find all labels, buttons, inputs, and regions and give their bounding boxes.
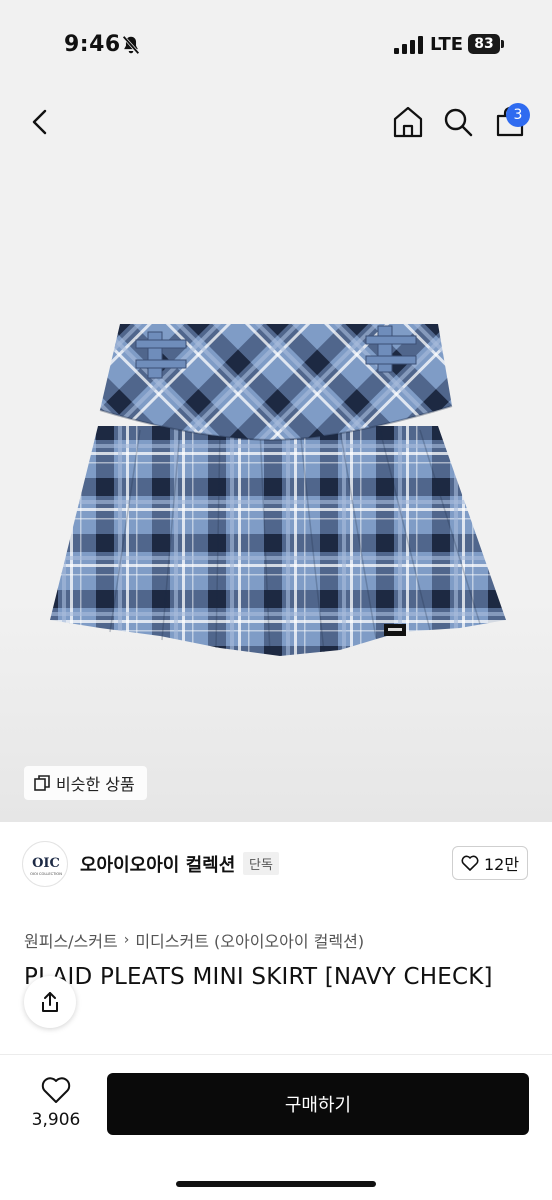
exclusive-badge: 단독 bbox=[243, 852, 279, 875]
heart-icon bbox=[461, 855, 479, 871]
status-bar: 9:46 LTE 83 bbox=[0, 0, 552, 90]
battery-level: 83 bbox=[468, 34, 500, 54]
product-title: PLAID PLEATS MINI SKIRT [NAVY CHECK] bbox=[24, 964, 493, 990]
status-time: 9:46 bbox=[64, 32, 121, 57]
heart-icon bbox=[41, 1077, 71, 1103]
cart-count-badge: 3 bbox=[506, 103, 530, 127]
wishlist-count: 3,906 bbox=[31, 1110, 81, 1130]
back-icon[interactable] bbox=[24, 106, 56, 138]
home-indicator bbox=[176, 1181, 376, 1187]
shop-name[interactable]: 오아이오아이 컬렉션 bbox=[80, 851, 235, 877]
copy-icon bbox=[34, 775, 50, 791]
wishlist-button[interactable]: 3,906 bbox=[24, 1074, 88, 1134]
search-icon[interactable] bbox=[442, 106, 474, 138]
breadcrumb: 원피스/스커트 › 미디스커트 (오아이오아이 컬렉션) bbox=[24, 928, 364, 952]
breadcrumb-category[interactable]: 원피스/스커트 bbox=[24, 928, 118, 952]
share-button[interactable] bbox=[24, 976, 76, 1028]
network-type: LTE bbox=[430, 34, 464, 55]
similar-products-label: 비슷한 상품 bbox=[56, 775, 135, 794]
share-icon bbox=[42, 992, 58, 1012]
buy-button[interactable]: 구매하기 bbox=[107, 1073, 529, 1135]
home-icon[interactable] bbox=[390, 104, 426, 140]
shop-like-button[interactable]: 12만 bbox=[452, 846, 528, 880]
breadcrumb-subcategory[interactable]: 미디스커트 (오아이오아이 컬렉션) bbox=[135, 928, 364, 952]
chevron-right-icon: › bbox=[123, 932, 130, 948]
shop-like-count: 12만 bbox=[483, 855, 520, 874]
divider bbox=[0, 1054, 552, 1055]
svg-text:OIOI COLLECTION: OIOI COLLECTION bbox=[30, 872, 62, 876]
battery-icon: 83 bbox=[468, 34, 504, 54]
similar-products-button[interactable]: 비슷한 상품 bbox=[24, 766, 147, 800]
shop-logo[interactable]: OIC OIOI COLLECTION bbox=[22, 841, 68, 887]
skirt-photo bbox=[50, 324, 506, 656]
bell-off-icon bbox=[122, 35, 140, 55]
svg-text:OIC: OIC bbox=[32, 856, 60, 871]
signal-icon bbox=[394, 36, 423, 54]
